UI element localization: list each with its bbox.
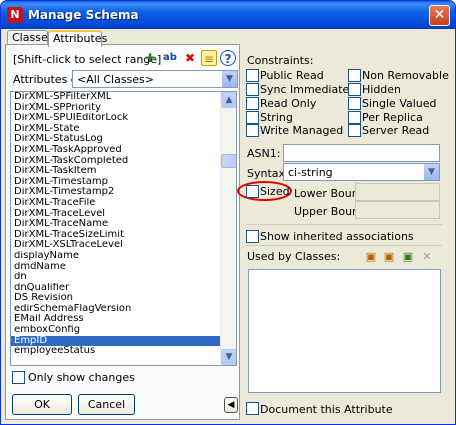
- remove-class-icon[interactable]: ✕: [419, 249, 435, 265]
- list-item[interactable]: DirXML-TraceLevel: [11, 209, 221, 220]
- tab-attributes[interactable]: Attributes: [48, 30, 107, 47]
- attributes-list-items: DirXML-SPFilterXML DirXML-SPPriority DirXM…: [11, 92, 221, 357]
- read-only-checkbox[interactable]: [246, 97, 259, 110]
- document-attribute-label: Document this Attribute: [260, 403, 393, 416]
- public-read-label: Public Read: [260, 69, 324, 82]
- hidden-checkbox[interactable]: [348, 83, 361, 96]
- asn1-input[interactable]: [283, 144, 440, 162]
- delete-icon[interactable]: ✖: [182, 50, 198, 66]
- list-item[interactable]: DirXML-State: [11, 124, 221, 135]
- scroll-thumb[interactable]: [221, 154, 236, 168]
- used-by-classes-label: Used by Classes:: [247, 250, 341, 263]
- list-item[interactable]: emboxConfig: [11, 325, 221, 336]
- non-removable-label: Non Removable: [362, 69, 449, 82]
- manage-schema-window: N Manage Schema ✕ Classes Attributes [Sh…: [0, 0, 456, 425]
- list-item[interactable]: DirXML-TraceName: [11, 219, 221, 230]
- attributes-of-value: <All Classes>: [77, 73, 155, 86]
- constraints-label: Constraints:: [247, 54, 314, 67]
- list-item[interactable]: dmdName: [11, 262, 221, 273]
- window-title: Manage Schema: [28, 8, 139, 22]
- chevron-down-icon[interactable]: ▼: [423, 164, 439, 180]
- list-item[interactable]: DirXML-SPPriority: [11, 103, 221, 114]
- list-item[interactable]: displayName: [11, 251, 221, 262]
- add-class-icon[interactable]: ▣: [363, 249, 379, 265]
- sync-immediate-checkbox[interactable]: [246, 83, 259, 96]
- scroll-up-icon[interactable]: ▲: [221, 92, 236, 108]
- single-valued-checkbox[interactable]: [348, 97, 361, 110]
- list-item[interactable]: edirSchemaFlagVersion: [11, 304, 221, 315]
- title-bar[interactable]: N Manage Schema ✕: [1, 1, 455, 29]
- asn1-label: ASN1:: [247, 147, 281, 160]
- cancel-button[interactable]: Cancel: [78, 394, 135, 415]
- attributes-scrollbar[interactable]: ▲ ▼: [220, 92, 236, 365]
- rename-attribute-icon[interactable]: ab: [162, 50, 178, 66]
- list-item[interactable]: DirXML-SPUIEditorLock: [11, 113, 221, 124]
- list-item[interactable]: DirXML-XSLTraceLevel: [11, 240, 221, 251]
- list-item[interactable]: DirXML-TraceSizeLimit: [11, 230, 221, 241]
- new-attribute-icon[interactable]: ✚: [142, 50, 158, 66]
- string-checkbox[interactable]: [246, 111, 259, 124]
- non-removable-checkbox[interactable]: [348, 69, 361, 82]
- attributes-list[interactable]: DirXML-SPFilterXML DirXML-SPPriority DirXM…: [10, 91, 237, 366]
- write-managed-checkbox[interactable]: [246, 124, 259, 137]
- upper-bound-input[interactable]: [355, 201, 440, 219]
- public-read-checkbox[interactable]: [246, 69, 259, 82]
- show-inherited-label: Show inherited associations: [260, 230, 414, 243]
- syntax-value: ci-string: [288, 166, 333, 179]
- list-item[interactable]: DirXML-StatusLog: [11, 134, 221, 145]
- sync-immediate-label: Sync Immediate: [260, 83, 350, 96]
- list-item[interactable]: dnQualifier: [11, 283, 221, 294]
- chevron-down-icon[interactable]: ▼: [221, 71, 237, 87]
- range-hint: [Shift-click to select range]: [13, 53, 162, 66]
- extend-icon[interactable]: ≡: [201, 50, 217, 66]
- list-item[interactable]: DirXML-TaskApproved: [11, 145, 221, 156]
- show-inherited-checkbox[interactable]: [246, 230, 259, 243]
- list-item[interactable]: EMail Address: [11, 314, 221, 325]
- string-label: String: [260, 111, 293, 124]
- sized-label: Sized: [260, 185, 290, 198]
- per-replica-label: Per Replica: [362, 111, 423, 124]
- list-item[interactable]: DirXML-TaskItem: [11, 166, 221, 177]
- collapse-panel-button[interactable]: ◀: [224, 397, 238, 413]
- hidden-label: Hidden: [362, 83, 402, 96]
- lower-bound-input[interactable]: [355, 183, 440, 201]
- document-attribute-checkbox[interactable]: [246, 402, 259, 415]
- divider: [246, 245, 442, 246]
- novell-n-icon: N: [7, 7, 23, 23]
- only-show-changes-checkbox[interactable]: [12, 371, 25, 384]
- per-replica-checkbox[interactable]: [348, 111, 361, 124]
- read-only-label: Read Only: [260, 97, 317, 110]
- used-by-classes-list[interactable]: [248, 269, 441, 393]
- attributes-of-dropdown[interactable]: <All Classes> ▼: [72, 70, 238, 88]
- list-item[interactable]: DirXML-TraceFile: [11, 198, 221, 209]
- ok-button[interactable]: OK: [12, 394, 72, 415]
- server-read-checkbox[interactable]: [348, 124, 361, 137]
- write-managed-label: Write Managed: [260, 124, 344, 137]
- close-button[interactable]: ✕: [429, 5, 450, 26]
- list-item[interactable]: EmpID: [11, 335, 221, 347]
- server-read-label: Server Read: [362, 124, 430, 137]
- copy-class-icon[interactable]: ▣: [400, 249, 416, 265]
- only-show-changes-label: Only show changes: [28, 371, 135, 384]
- help-icon[interactable]: ?: [220, 50, 236, 66]
- list-item[interactable]: DS Revision: [11, 293, 221, 304]
- list-item[interactable]: employeeStatus: [11, 346, 221, 357]
- sized-checkbox[interactable]: [246, 185, 259, 198]
- list-item[interactable]: DirXML-TaskCompleted: [11, 156, 221, 167]
- divider: [246, 224, 442, 225]
- list-item[interactable]: dn: [11, 272, 221, 283]
- scroll-down-icon[interactable]: ▼: [221, 349, 236, 365]
- list-item[interactable]: DirXML-Timestamp2: [11, 187, 221, 198]
- single-valued-label: Single Valued: [362, 97, 437, 110]
- syntax-dropdown[interactable]: ci-string ▼: [283, 163, 440, 181]
- edit-class-icon[interactable]: ▣: [381, 249, 397, 265]
- list-item[interactable]: DirXML-SPFilterXML: [11, 92, 221, 103]
- list-item[interactable]: DirXML-Timestamp: [11, 177, 221, 188]
